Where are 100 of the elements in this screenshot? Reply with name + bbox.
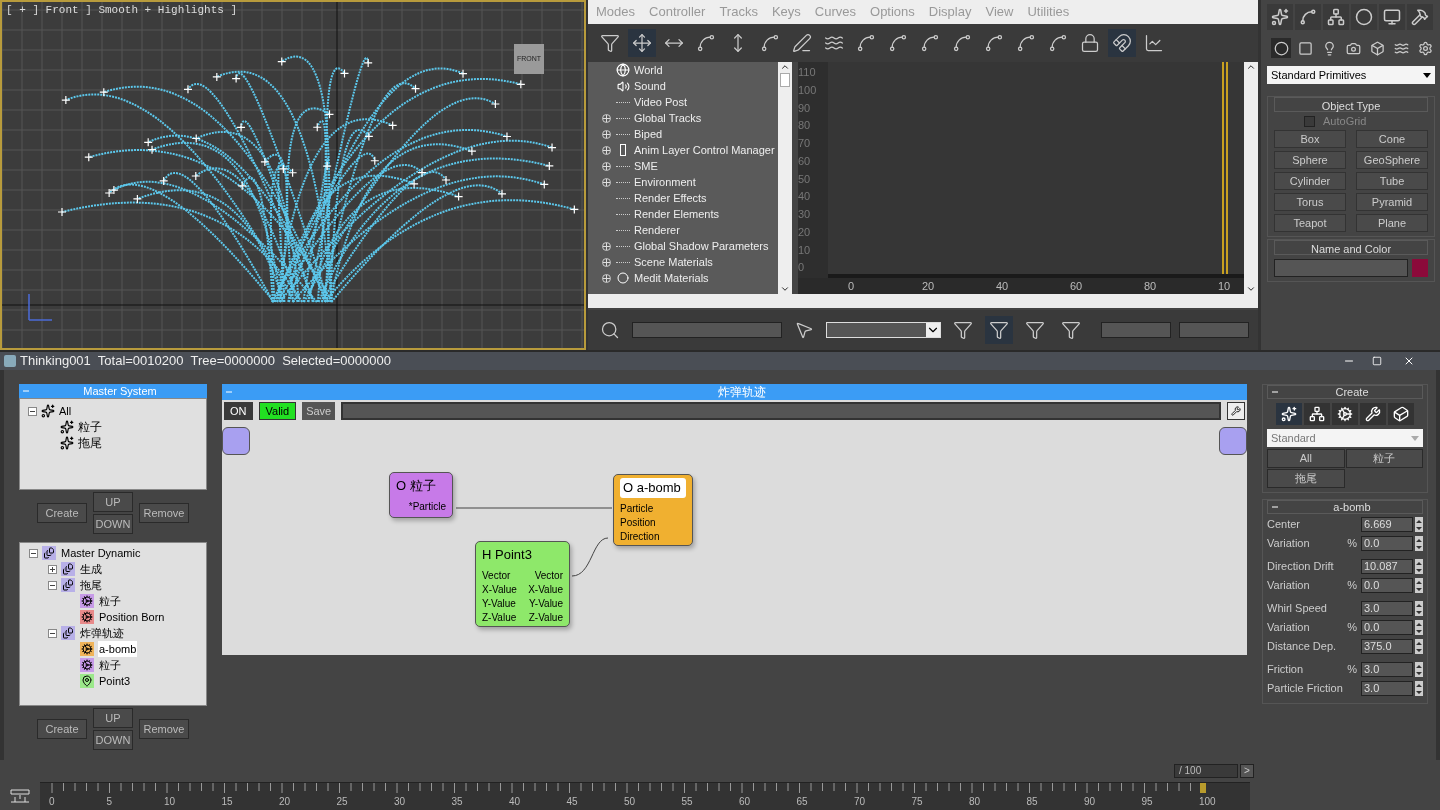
track-item[interactable]: Render Effects — [634, 189, 707, 207]
sphere-icon[interactable] — [1271, 38, 1291, 58]
expand-icon[interactable] — [601, 177, 611, 187]
wrench-icon[interactable] — [1360, 403, 1386, 425]
input-port[interactable]: Z-Value — [482, 610, 517, 625]
scroll-down-icon[interactable] — [1246, 284, 1256, 294]
monitor-icon[interactable] — [1379, 4, 1405, 30]
text-field[interactable] — [632, 322, 782, 338]
output-port[interactable]: *Particle — [408, 499, 446, 514]
primitive-button[interactable]: Sphere — [1274, 151, 1346, 169]
group-button[interactable]: 拖尾 — [1267, 469, 1345, 488]
track-item[interactable]: Video Post — [634, 93, 687, 111]
hammer-icon[interactable] — [1407, 4, 1433, 30]
output-port[interactable]: Y-Value — [529, 596, 563, 611]
input-node[interactable] — [222, 427, 250, 455]
node-card[interactable]: O a-bomb Particle Position Direction — [613, 474, 693, 546]
color-swatch[interactable] — [1412, 259, 1428, 277]
tree-item[interactable]: 粒子 — [98, 592, 122, 610]
track-item[interactable]: Scene Materials — [634, 253, 713, 271]
value-field[interactable]: 6.669 — [1361, 517, 1413, 532]
tree-item[interactable]: Master Dynamic — [60, 544, 142, 562]
primitive-button[interactable]: Teapot — [1274, 214, 1346, 232]
primitive-button[interactable]: Pyramid — [1356, 193, 1428, 211]
maximize-icon[interactable] — [1372, 356, 1382, 366]
spinner-icon[interactable] — [1415, 517, 1423, 532]
next-frame-button[interactable]: > — [1240, 764, 1254, 778]
group-button[interactable]: 粒子 — [1345, 449, 1423, 468]
tree-item[interactable]: Point3 — [98, 672, 132, 690]
collapse-icon[interactable] — [47, 580, 57, 590]
text-field[interactable] — [1179, 322, 1249, 338]
save-button[interactable]: Save — [302, 402, 336, 420]
tree-item[interactable]: All — [59, 402, 72, 420]
tree-item[interactable]: 拖尾 — [78, 434, 102, 452]
expand-icon[interactable] — [601, 161, 611, 171]
tree-item[interactable]: 生成 — [79, 560, 103, 578]
track-item[interactable]: Sound — [634, 77, 666, 95]
dropdown[interactable]: Standard Primitives — [1267, 66, 1435, 84]
spinner-icon[interactable] — [1415, 578, 1423, 593]
curve-icon[interactable] — [1295, 4, 1321, 30]
input-port[interactable]: Position — [620, 515, 660, 530]
viewport-label[interactable]: [ + ] Front ] Smooth + Highlights ] — [6, 2, 238, 19]
primitive-button[interactable]: Torus — [1274, 193, 1346, 211]
hierarchy-icon[interactable] — [1323, 4, 1349, 30]
track-item[interactable]: Renderer — [634, 221, 680, 239]
tree-item[interactable]: a-bomb — [98, 640, 138, 658]
text-field[interactable] — [341, 402, 1221, 420]
timeline-ruler[interactable]: 0 5 10 15 20 25 30 35 40 45 50 55 60 65 70 75 80 85 90 95 100 — [40, 782, 1250, 810]
expand-icon[interactable] — [601, 241, 611, 251]
on-button[interactable]: ON — [224, 402, 253, 420]
close-icon[interactable] — [1403, 355, 1415, 367]
collapse-icon[interactable] — [47, 628, 57, 638]
rollout-header[interactable]: Name and Color — [1274, 240, 1428, 255]
track-item[interactable]: World — [634, 62, 663, 79]
expand-icon[interactable] — [601, 145, 611, 155]
up-button[interactable]: UP — [93, 492, 133, 512]
value-field[interactable]: 10.087 — [1361, 559, 1413, 574]
move-icon[interactable] — [628, 29, 656, 57]
rollout-header[interactable]: Object Type — [1274, 97, 1428, 112]
magnet-icon[interactable] — [1108, 29, 1136, 57]
expand-icon[interactable] — [47, 564, 57, 574]
collapse-icon[interactable] — [28, 406, 37, 416]
track-item[interactable]: SME — [634, 157, 658, 175]
output-node[interactable] — [1219, 427, 1247, 455]
input-port[interactable]: Y-Value — [482, 596, 517, 611]
wrench-icon[interactable] — [1231, 406, 1241, 416]
value-field[interactable]: 375.0 — [1361, 639, 1413, 654]
dropdown-arrow-icon[interactable] — [1423, 72, 1431, 78]
remove-button[interactable]: Remove — [139, 719, 189, 739]
name-field[interactable] — [1274, 259, 1408, 277]
node-card[interactable]: H Point3 Vector X-Value Y-Value Z-Value Vector X-Value Y-Value Z-Value — [475, 541, 570, 627]
create-button[interactable]: Create — [37, 503, 87, 523]
track-item[interactable]: Medit Materials — [634, 269, 709, 287]
input-port[interactable]: Vector — [482, 568, 517, 583]
output-port[interactable]: Z-Value — [528, 610, 563, 625]
dropdown[interactable]: Standard — [1267, 429, 1423, 447]
group-button[interactable]: All — [1267, 449, 1345, 468]
text-field[interactable] — [1101, 322, 1171, 338]
remove-button[interactable]: Remove — [139, 503, 189, 523]
gear-icon[interactable] — [1332, 403, 1358, 425]
primitive-button[interactable]: GeoSphere — [1356, 151, 1428, 169]
track-item[interactable]: Render Elements — [634, 205, 719, 223]
spinner-icon[interactable] — [1415, 601, 1423, 616]
horizontal-scrollbar[interactable] — [588, 294, 1258, 310]
primitive-button[interactable]: Cone — [1356, 130, 1428, 148]
value-field[interactable]: 3.0 — [1361, 662, 1413, 677]
expand-icon[interactable] — [601, 129, 611, 139]
checkbox[interactable] — [1304, 115, 1315, 127]
output-port[interactable]: Vector — [534, 568, 563, 583]
scroll-down-icon[interactable] — [780, 284, 790, 294]
frame-counter[interactable]: / 100 — [1174, 764, 1238, 778]
value-field[interactable]: 0.0 — [1361, 578, 1413, 593]
primitive-button[interactable]: Cylinder — [1274, 172, 1346, 190]
spinner-icon[interactable] — [1415, 559, 1423, 574]
spinner-icon[interactable] — [1415, 662, 1423, 677]
valid-button[interactable]: Valid — [258, 402, 297, 420]
dropdown[interactable] — [826, 322, 941, 338]
expand-icon[interactable] — [601, 257, 611, 267]
value-field[interactable]: 0.0 — [1361, 620, 1413, 635]
output-port[interactable]: X-Value — [528, 582, 563, 597]
tree-item[interactable]: 炸弹轨迹 — [79, 624, 125, 642]
